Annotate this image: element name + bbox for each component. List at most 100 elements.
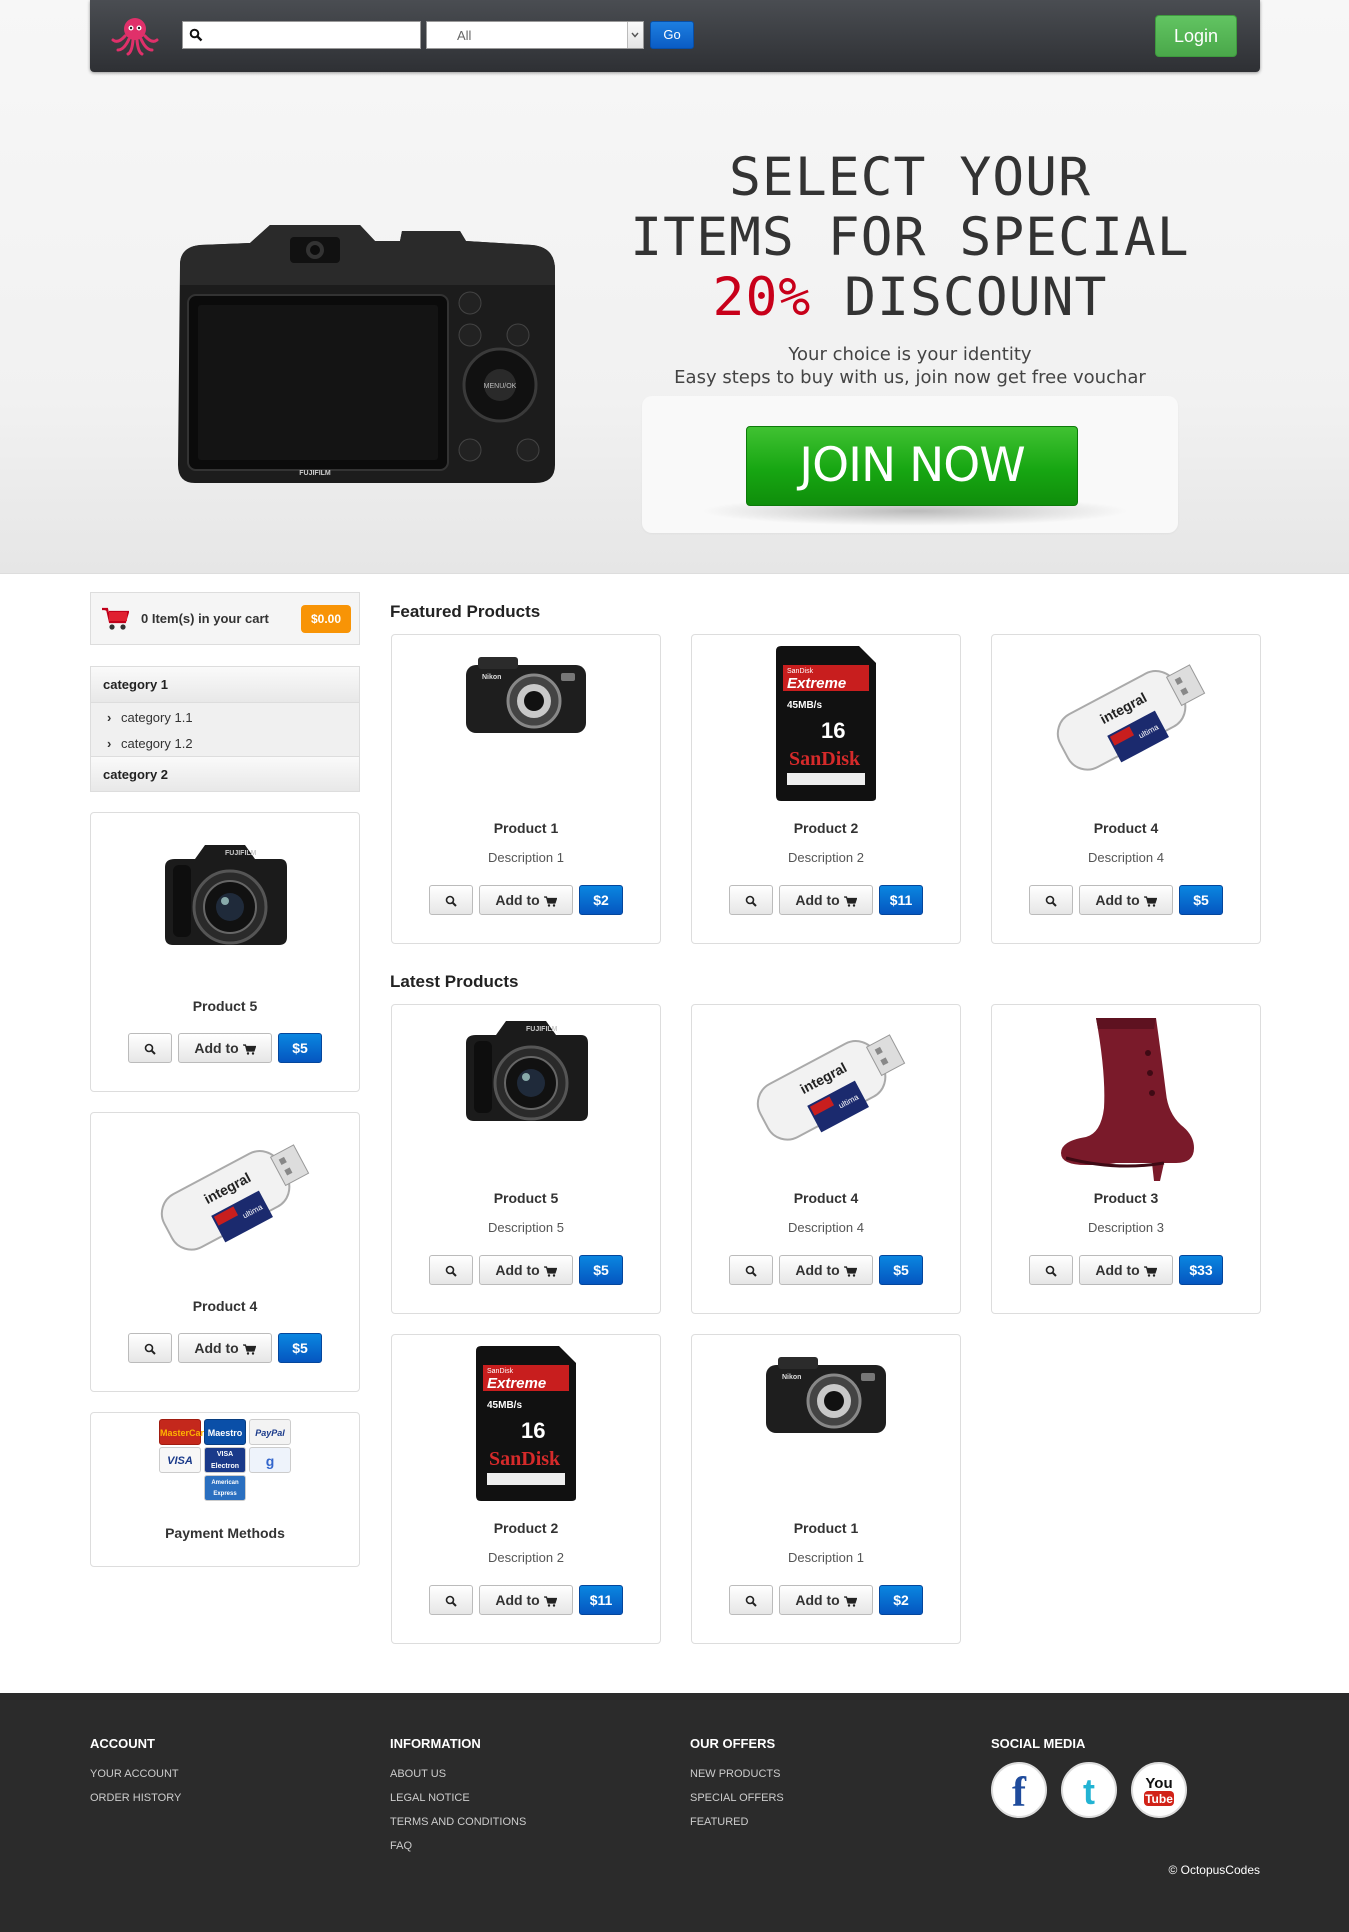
zoom-button[interactable] <box>429 885 473 915</box>
hero-tagline-1: Your choice is your identity <box>788 344 1032 365</box>
price-button[interactable]: $5 <box>879 1255 923 1285</box>
product-image[interactable]: integral ultima <box>1041 643 1211 798</box>
price-button[interactable]: $5 <box>278 1333 322 1363</box>
go-button[interactable]: Go <box>650 21 694 49</box>
add-to-cart-button[interactable]: Add to <box>178 1333 272 1363</box>
product-description: Description 5 <box>392 1220 660 1235</box>
product-name: Product 2 <box>493 1520 559 1536</box>
login-button[interactable]: Login <box>1155 15 1237 57</box>
description-number: 2 <box>556 1550 564 1565</box>
price-button[interactable]: $11 <box>879 885 923 915</box>
hero-camera-image: MENU/OK FUJIFILM <box>178 225 555 483</box>
product-name: Product 5 <box>493 1190 559 1206</box>
featured-products-title: Featured Products <box>390 602 541 621</box>
product-actions: Add to $5 <box>392 1255 660 1285</box>
add-to-cart-button[interactable]: Add to <box>779 1585 873 1615</box>
product-image[interactable]: SanDisk Extreme 45MB/s 16 SanDisk <box>471 1343 581 1508</box>
zoom-button[interactable] <box>729 885 773 915</box>
product-actions: Add to $11 <box>392 1585 660 1615</box>
page: { "header": { "search_placeholder": "", … <box>0 0 1349 1932</box>
description-label: Description <box>488 1220 554 1235</box>
footer-link-new-products[interactable]: NEW PRODUCTS <box>690 1768 780 1780</box>
category-item[interactable]: category 1 <box>91 667 359 703</box>
price-button[interactable]: $5 <box>278 1033 322 1063</box>
add-to-cart-button[interactable]: Add to <box>779 1255 873 1285</box>
add-to-label: Add to <box>795 1592 840 1608</box>
category-select[interactable]: All <box>426 21 644 49</box>
product-actions: Add to $2 <box>392 885 660 915</box>
product-image[interactable]: FUJIFILM <box>456 1013 596 1138</box>
zoom-button[interactable] <box>128 1333 172 1363</box>
add-to-cart-button[interactable]: Add to <box>479 885 573 915</box>
zoom-button[interactable] <box>729 1255 773 1285</box>
product-image[interactable]: Nikon <box>756 1343 896 1448</box>
category-item[interactable]: category 2 <box>91 756 359 791</box>
svg-text:t: t <box>1083 1771 1095 1812</box>
footer-link-featured[interactable]: FEATURED <box>690 1816 748 1828</box>
footer-link-special-offers[interactable]: SPECIAL OFFERS <box>690 1792 784 1804</box>
price-button[interactable]: $5 <box>579 1255 623 1285</box>
footer-link-about-us[interactable]: ABOUT US <box>390 1768 446 1780</box>
product-actions: Add to $5 <box>91 1333 359 1363</box>
add-to-cart-button[interactable]: Add to <box>178 1033 272 1063</box>
product-image[interactable]: SanDisk Extreme 45MB/s 16 SanDisk <box>771 643 881 808</box>
subcategory-item[interactable]: › category 1.1 <box>107 710 193 725</box>
facebook-icon[interactable]: f <box>991 1762 1047 1818</box>
description-label: Description <box>788 1550 854 1565</box>
shopping-cart-icon <box>102 607 129 630</box>
cart-total-badge[interactable]: $0.00 <box>301 605 351 633</box>
product-name: Product 4 <box>1093 820 1159 836</box>
subcategory-label: category 1.1 <box>121 710 193 725</box>
product-image[interactable]: Nikon <box>456 643 596 748</box>
svg-text:SanDisk: SanDisk <box>789 748 861 770</box>
price-button[interactable]: $33 <box>1179 1255 1223 1285</box>
zoom-button[interactable] <box>128 1033 172 1063</box>
price-button[interactable]: $11 <box>579 1585 623 1615</box>
zoom-button[interactable] <box>729 1585 773 1615</box>
zoom-button[interactable] <box>1029 885 1073 915</box>
description-number: 4 <box>856 1220 864 1235</box>
footer-link-order-history[interactable]: ORDER HISTORY <box>90 1792 181 1804</box>
add-to-cart-button[interactable]: Add to <box>1079 885 1173 915</box>
product-image[interactable]: FUJIFILM <box>155 837 295 957</box>
product-actions: Add to $5 <box>91 1033 359 1063</box>
footer-link-legal-notice[interactable]: LEGAL NOTICE <box>390 1792 470 1804</box>
twitter-icon[interactable]: t <box>1061 1762 1117 1818</box>
svg-text:Extreme: Extreme <box>487 1375 546 1392</box>
price-button[interactable]: $2 <box>579 885 623 915</box>
add-to-cart-button[interactable]: Add to <box>1079 1255 1173 1285</box>
search-field[interactable] <box>182 21 421 49</box>
hero-headline-line-1: SELECT YOUR <box>729 147 1091 208</box>
zoom-button[interactable] <box>429 1255 473 1285</box>
price-button[interactable]: $2 <box>879 1585 923 1615</box>
join-now-button[interactable]: JOIN NOW <box>746 426 1078 506</box>
footer: ACCOUNT YOUR ACCOUNT ORDER HISTORY INFOR… <box>0 1693 1349 1932</box>
octopus-logo-icon[interactable] <box>110 14 160 56</box>
chevron-down-icon[interactable] <box>627 22 643 48</box>
footer-link-faq[interactable]: FAQ <box>390 1840 412 1852</box>
subcategory-item[interactable]: › category 1.2 <box>107 736 193 751</box>
add-to-cart-button[interactable]: Add to <box>479 1585 573 1615</box>
add-to-cart-button[interactable]: Add to <box>779 885 873 915</box>
svg-text:Extreme: Extreme <box>787 675 846 692</box>
svg-text:Nikon: Nikon <box>782 1374 801 1381</box>
search-icon <box>189 28 203 42</box>
search-input[interactable] <box>209 24 415 46</box>
cart-widget[interactable]: 0 Item(s) in your cart $0.00 <box>90 592 360 645</box>
product-card: integral ultima Product 4 Description 4 Add … <box>691 1004 961 1314</box>
zoom-in-icon <box>1045 1265 1057 1278</box>
product-name: Product 1 <box>493 820 559 836</box>
footer-link-your-account[interactable]: YOUR ACCOUNT <box>90 1768 179 1780</box>
product-card: Nikon Product 1 Description 1 Add to $2 <box>691 1334 961 1644</box>
zoom-button[interactable] <box>429 1585 473 1615</box>
product-image[interactable] <box>1056 1013 1196 1188</box>
price-button[interactable]: $5 <box>1179 885 1223 915</box>
product-image[interactable]: integral ultima <box>145 1123 310 1263</box>
product-card: SanDisk Extreme 45MB/s 16 SanDisk Product 2 De… <box>391 1334 661 1644</box>
payment-methods-card: MasterCard Maestro PayPal VISA VISA Elec… <box>90 1412 360 1567</box>
footer-link-terms[interactable]: TERMS AND CONDITIONS <box>390 1816 526 1828</box>
youtube-icon[interactable]: You Tube <box>1131 1762 1187 1818</box>
product-image[interactable]: integral ultima <box>741 1013 911 1168</box>
zoom-button[interactable] <box>1029 1255 1073 1285</box>
add-to-cart-button[interactable]: Add to <box>479 1255 573 1285</box>
